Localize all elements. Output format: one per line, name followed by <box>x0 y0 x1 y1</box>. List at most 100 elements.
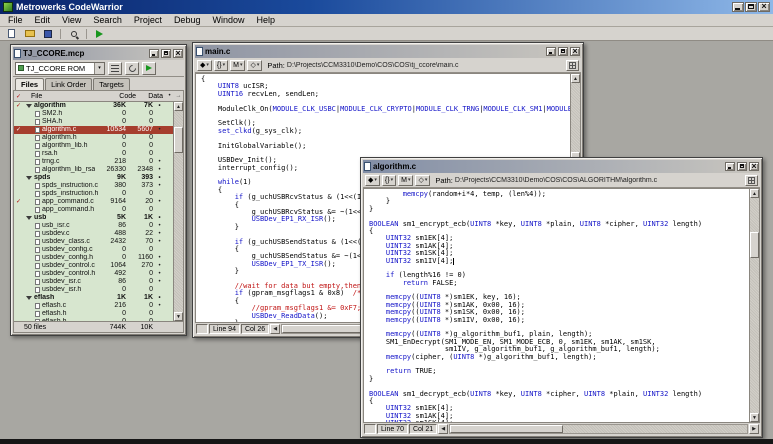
column-indicator[interactable]: Col 26 <box>241 324 269 334</box>
scrollbar-thumb[interactable] <box>174 127 183 153</box>
scrollbar-thumb[interactable] <box>750 232 759 258</box>
app-maximize-button[interactable] <box>745 2 757 12</box>
search-icon[interactable] <box>66 28 81 40</box>
project-window[interactable]: TJ_CCORE.mcp TJ_CCORE ROM ▾ FilesLink Or… <box>10 44 187 336</box>
braces-popup-icon[interactable]: {}▾ <box>214 60 228 71</box>
app-minimize-button[interactable] <box>732 2 744 12</box>
project-close-button[interactable] <box>173 49 183 58</box>
project-window-titlebar[interactable]: TJ_CCORE.mcp <box>13 47 184 60</box>
file-column-header[interactable]: File <box>23 93 108 100</box>
new-file-icon[interactable] <box>4 28 19 40</box>
touch-column-header[interactable]: ✓ <box>14 93 23 100</box>
project-file-row[interactable]: usbdev_config.c00 <box>14 246 173 254</box>
scroll-up-icon[interactable]: ▲ <box>750 189 759 198</box>
editor-mode-box[interactable] <box>364 424 376 434</box>
project-file-row[interactable]: app_command.h00 <box>14 206 173 214</box>
make-icon[interactable] <box>142 62 156 75</box>
project-file-row[interactable]: eflash.h00 <box>14 318 173 321</box>
project-group-row[interactable]: usb5K1K• <box>14 214 173 222</box>
column-indicator[interactable]: Col 21 <box>409 424 437 434</box>
braces-popup-icon[interactable]: {}▾ <box>382 175 396 186</box>
hscroll-track[interactable] <box>449 424 748 434</box>
scrollbar-track[interactable] <box>750 198 759 413</box>
target-dropdown-arrow-icon[interactable]: ▾ <box>94 63 104 74</box>
run-icon[interactable] <box>92 28 107 40</box>
menu-edit[interactable]: Edit <box>29 15 57 25</box>
project-group-row[interactable]: eflash1K1K• <box>14 294 173 302</box>
source-popup-icon[interactable]: ◆▾ <box>365 175 380 186</box>
editor-algorithm-codearea[interactable]: memcpy(random+i*4, temp, (len%4)); }}BOO… <box>363 188 760 423</box>
expander-icon[interactable] <box>26 176 32 180</box>
editor-algorithm-close-button[interactable] <box>749 162 759 171</box>
editor-main-minimize-button[interactable] <box>546 47 556 56</box>
target-selector[interactable]: TJ_CCORE ROM ▾ <box>15 62 105 75</box>
tab-files[interactable]: Files <box>15 78 44 90</box>
project-file-row[interactable]: ✓algorithm.c105345607• <box>14 126 173 134</box>
scroll-left-icon[interactable]: ◀ <box>438 424 448 434</box>
scroll-left-icon[interactable]: ◀ <box>270 324 280 334</box>
scrollbar-track[interactable] <box>174 111 183 312</box>
menu-help[interactable]: Help <box>250 15 281 25</box>
expander-icon[interactable] <box>26 216 32 220</box>
save-icon[interactable] <box>40 28 55 40</box>
project-minimize-button[interactable] <box>149 49 159 58</box>
project-file-row[interactable]: usbdev_control.h4920• <box>14 270 173 278</box>
data-column-header[interactable]: Data <box>138 93 165 100</box>
scroll-right-icon[interactable]: ▶ <box>749 424 759 434</box>
project-vertical-scrollbar[interactable]: ▲ ▼ <box>173 102 183 321</box>
menu-window[interactable]: Window <box>206 15 250 25</box>
target-column-header[interactable]: → <box>174 93 183 99</box>
code-editor[interactable]: memcpy(random+i*4, temp, (len%4)); }}BOO… <box>364 189 749 422</box>
menu-search[interactable]: Search <box>87 15 128 25</box>
project-group-row[interactable]: spds9K393• <box>14 174 173 182</box>
line-indicator[interactable]: Line 94 <box>209 324 240 334</box>
project-file-row[interactable]: spds_instruction.c380373• <box>14 182 173 190</box>
tab-link-order[interactable]: Link Order <box>45 78 92 90</box>
project-maximize-button[interactable] <box>161 49 171 58</box>
project-file-row[interactable]: usbdev_isr.h00 <box>14 286 173 294</box>
editor-algorithm-minimize-button[interactable] <box>725 162 735 171</box>
source-popup-icon[interactable]: ◆▾ <box>197 60 212 71</box>
project-file-row[interactable]: usbdev.c48822• <box>14 230 173 238</box>
project-file-row[interactable]: algorithm_lib_rsa263302348• <box>14 166 173 174</box>
app-close-button[interactable] <box>758 2 770 12</box>
synchronize-icon[interactable] <box>125 62 139 75</box>
editor-algorithm-titlebar[interactable]: algorithm.c <box>363 160 760 173</box>
menu-file[interactable]: File <box>2 15 29 25</box>
menu-debug[interactable]: Debug <box>168 15 207 25</box>
project-file-row[interactable]: eflash.h00 <box>14 310 173 318</box>
debug-column-header[interactable]: • <box>165 93 174 99</box>
scroll-down-icon[interactable]: ▼ <box>750 413 759 422</box>
window-menu-icon[interactable] <box>566 60 579 71</box>
editor-window-algorithm[interactable]: algorithm.c ◆▾{}▾M▾◇▾ Path: D:\Projects\… <box>360 157 763 438</box>
editor-algorithm-maximize-button[interactable] <box>737 162 747 171</box>
scroll-down-icon[interactable]: ▼ <box>174 312 183 321</box>
scroll-up-icon[interactable]: ▲ <box>571 74 580 83</box>
version-popup-icon[interactable]: ◇▾ <box>247 60 262 71</box>
project-file-row[interactable]: SM2.h00 <box>14 110 173 118</box>
project-file-row[interactable]: usbdev_control.c1064270• <box>14 262 173 270</box>
window-menu-icon[interactable] <box>745 175 758 186</box>
project-file-row[interactable]: usbdev_isr.c860• <box>14 278 173 286</box>
target-settings-icon[interactable] <box>108 62 122 75</box>
project-file-row[interactable]: eflash.c2160• <box>14 302 173 310</box>
project-file-row[interactable]: ✓app_command.c916420• <box>14 198 173 206</box>
project-group-row[interactable]: ✓algorithm36K7K• <box>14 102 173 110</box>
project-file-row[interactable]: algorithm.h00 <box>14 134 173 142</box>
expander-icon[interactable] <box>26 296 32 300</box>
open-file-icon[interactable] <box>22 28 37 40</box>
markers-popup-icon[interactable]: M▾ <box>398 175 413 186</box>
project-file-row[interactable]: algorithm_lib.h00 <box>14 142 173 150</box>
editor-main-titlebar[interactable]: main.c <box>195 45 581 58</box>
tab-targets[interactable]: Targets <box>93 78 130 90</box>
version-popup-icon[interactable]: ◇▾ <box>415 175 430 186</box>
project-file-row[interactable]: usb_isr.c860• <box>14 222 173 230</box>
menu-project[interactable]: Project <box>128 15 168 25</box>
editor-vertical-scrollbar[interactable]: ▲ ▼ <box>749 189 759 422</box>
app-titlebar[interactable]: Metrowerks CodeWarrior <box>0 0 773 14</box>
line-indicator[interactable]: Line 70 <box>377 424 408 434</box>
project-file-row[interactable]: spds_instruction.h00 <box>14 190 173 198</box>
menu-view[interactable]: View <box>56 15 87 25</box>
project-file-row[interactable]: SHA.h00 <box>14 118 173 126</box>
project-file-row[interactable]: usbdev_config.h01160• <box>14 254 173 262</box>
